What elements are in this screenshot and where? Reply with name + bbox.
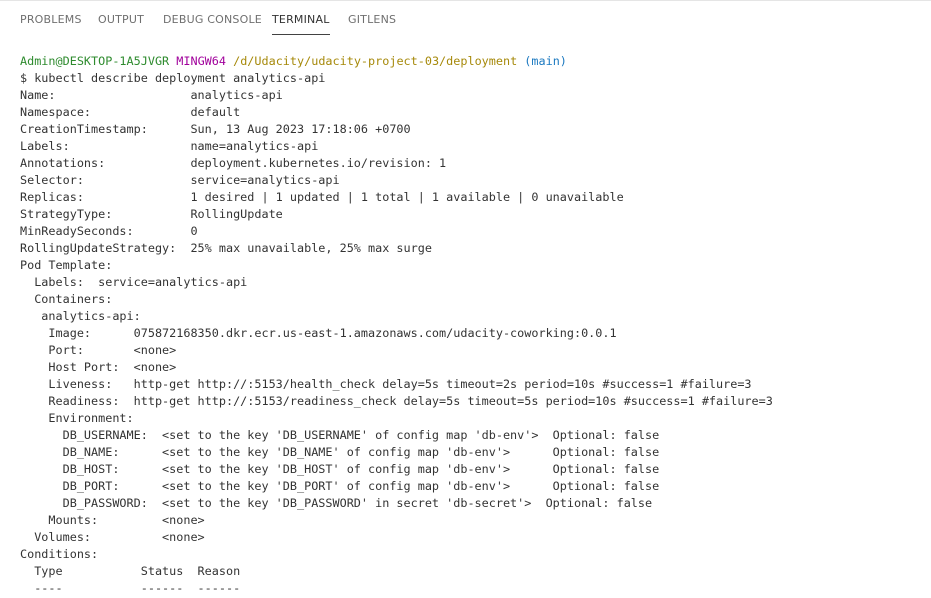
terminal-lines: Name: analytics-api Namespace: default Cre… [20, 87, 920, 597]
tab-problems[interactable]: PROBLEMS [20, 12, 82, 34]
prompt-user-host: Admin@DESKTOP-1A5JVGR [20, 54, 170, 68]
terminal-line: DB_HOST: <set to the key 'DB_HOST' of co… [20, 462, 660, 476]
terminal-line: ---- ------ ------ [20, 581, 241, 595]
terminal-line: Pod Template: [20, 258, 113, 272]
terminal-line: DB_PORT: <set to the key 'DB_PORT' of co… [20, 479, 660, 493]
terminal-line: Port: <none> [20, 343, 177, 357]
terminal-line: Type Status Reason [20, 564, 241, 578]
panel-tab-bar: PROBLEMS OUTPUT DEBUG CONSOLE TERMINAL G… [0, 0, 931, 40]
terminal-line: DB_NAME: <set to the key 'DB_NAME' of co… [20, 445, 660, 459]
prompt-path: /d/Udacity/udacity-project-03/deployment [233, 54, 518, 68]
terminal-line: Volumes: <none> [20, 530, 205, 544]
terminal-line: DB_USERNAME: <set to the key 'DB_USERNAM… [20, 428, 660, 442]
terminal-line: RollingUpdateStrategy: 25% max unavailab… [20, 241, 432, 255]
terminal-line: Environment: [20, 411, 134, 425]
terminal-line: Host Port: <none> [20, 360, 177, 374]
tab-output[interactable]: OUTPUT [98, 12, 144, 34]
terminal-line: DB_PASSWORD: <set to the key 'DB_PASSWOR… [20, 496, 653, 510]
prompt-shell: MINGW64 [176, 54, 226, 68]
terminal-line: Annotations: deployment.kubernetes.io/re… [20, 156, 447, 170]
terminal-command: $ kubectl describe deployment analytics-… [20, 71, 326, 85]
terminal-line: Image: 075872168350.dkr.ecr.us-east-1.am… [20, 326, 617, 340]
terminal-line: MinReadySeconds: 0 [20, 224, 198, 238]
terminal-line: Namespace: default [20, 105, 241, 119]
terminal-line: Name: analytics-api [20, 88, 283, 102]
terminal-line: analytics-api: [20, 309, 141, 323]
terminal-line: Containers: [20, 292, 113, 306]
terminal-output[interactable]: Admin@DESKTOP-1A5JVGR MINGW64 /d/Udacity… [20, 53, 920, 598]
tab-debug-console[interactable]: DEBUG CONSOLE [163, 12, 262, 34]
terminal-line: Liveness: http-get http://:5153/health_c… [20, 377, 752, 391]
terminal-line: Conditions: [20, 547, 99, 561]
terminal-line: CreationTimestamp: Sun, 13 Aug 2023 17:1… [20, 122, 411, 136]
terminal-line: Labels: service=analytics-api [20, 275, 248, 289]
terminal-line: Mounts: <none> [20, 513, 205, 527]
terminal-line: Replicas: 1 desired | 1 updated | 1 tota… [20, 190, 624, 204]
terminal-line: StrategyType: RollingUpdate [20, 207, 283, 221]
terminal-line: Readiness: http-get http://:5153/readine… [20, 394, 773, 408]
prompt-branch: (main) [524, 54, 567, 68]
terminal-line: Selector: service=analytics-api [20, 173, 340, 187]
terminal-prompt: Admin@DESKTOP-1A5JVGR MINGW64 /d/Udacity… [20, 53, 920, 70]
terminal-line: Labels: name=analytics-api [20, 139, 319, 153]
tab-terminal[interactable]: TERMINAL [272, 12, 330, 35]
tab-gitlens[interactable]: GITLENS [348, 12, 396, 34]
